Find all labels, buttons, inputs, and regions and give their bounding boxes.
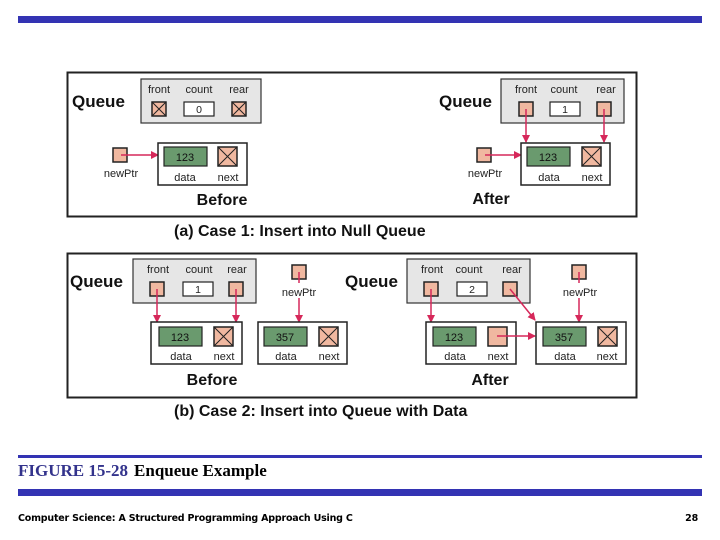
queue-label: Queue — [72, 92, 125, 111]
count-label: count — [551, 84, 578, 96]
count-label: count — [186, 84, 213, 96]
figure-caption: FIGURE 15-28 Enqueue Example — [18, 461, 267, 481]
queue-label: Queue — [70, 272, 123, 291]
caption-bottom-bar — [18, 489, 702, 496]
data-label: data — [444, 351, 466, 363]
next-null-pointer — [217, 146, 238, 167]
next-null-pointer — [318, 326, 339, 347]
data-label: data — [554, 351, 576, 363]
front-label: front — [515, 84, 537, 96]
next-label: next — [597, 351, 618, 363]
panel-b: Queue front count rear 1 123 data next n… — [66, 252, 638, 420]
footer-book-title: Computer Science: A Structured Programmi… — [18, 513, 353, 524]
front-null-pointer — [151, 101, 167, 117]
data-value: 123 — [176, 152, 194, 164]
queue-label: Queue — [439, 92, 492, 111]
enqueue-diagram: Queue front count rear 0 newPtr 123 data… — [66, 71, 638, 420]
newptr-label: newPtr — [468, 168, 503, 180]
data-value: 123 — [539, 152, 557, 164]
page-number: 28 — [685, 513, 698, 524]
rear-label: rear — [596, 84, 616, 96]
panel-a: Queue front count rear 0 newPtr 123 data… — [66, 71, 638, 240]
before-label: Before — [187, 372, 238, 389]
figure-title: Enqueue Example — [134, 461, 267, 480]
after-label: After — [471, 372, 508, 389]
count-value: 0 — [196, 104, 202, 116]
count-value: 1 — [562, 104, 568, 116]
next-null-pointer — [597, 326, 618, 347]
figure-number: FIGURE 15-28 — [18, 461, 129, 480]
count-label: count — [186, 264, 213, 276]
node-357: 357 data next — [535, 321, 627, 365]
next-null-pointer — [581, 146, 602, 167]
data-label: data — [170, 351, 192, 363]
panel-b-caption: (b) Case 2: Insert into Queue with Data — [174, 403, 467, 420]
rear-label: rear — [502, 264, 522, 276]
next-label: next — [218, 172, 239, 184]
panel-a-caption: (a) Case 1: Insert into Null Queue — [174, 223, 426, 240]
rear-label: rear — [229, 84, 249, 96]
count-value: 1 — [195, 284, 201, 296]
front-label: front — [147, 264, 169, 276]
rear-null-pointer — [231, 101, 247, 117]
after-label: After — [472, 191, 509, 208]
node-123: 123 data next — [520, 142, 611, 186]
queue-label: Queue — [345, 272, 398, 291]
front-label: front — [421, 264, 443, 276]
next-label: next — [488, 351, 509, 363]
node-123: 123 data next — [425, 321, 517, 365]
rear-label: rear — [227, 264, 247, 276]
count-value: 2 — [469, 284, 475, 296]
data-value: 123 — [171, 332, 189, 344]
node-357: 357 data next — [257, 321, 348, 365]
node-123: 123 data next — [157, 142, 248, 186]
before-label: Before — [197, 192, 248, 209]
data-label: data — [174, 172, 196, 184]
newptr-label: newPtr — [282, 287, 317, 299]
data-value: 123 — [445, 332, 463, 344]
caption-top-bar — [18, 455, 702, 458]
next-label: next — [319, 351, 340, 363]
data-label: data — [275, 351, 297, 363]
data-value: 357 — [555, 332, 573, 344]
count-label: count — [456, 264, 483, 276]
next-label: next — [214, 351, 235, 363]
data-value: 357 — [276, 332, 294, 344]
next-label: next — [582, 172, 603, 184]
newptr-label: newPtr — [104, 168, 139, 180]
newptr-label: newPtr — [563, 287, 598, 299]
next-null-pointer — [213, 326, 234, 347]
data-label: data — [538, 172, 560, 184]
node-123: 123 data next — [150, 321, 243, 365]
front-label: front — [148, 84, 170, 96]
